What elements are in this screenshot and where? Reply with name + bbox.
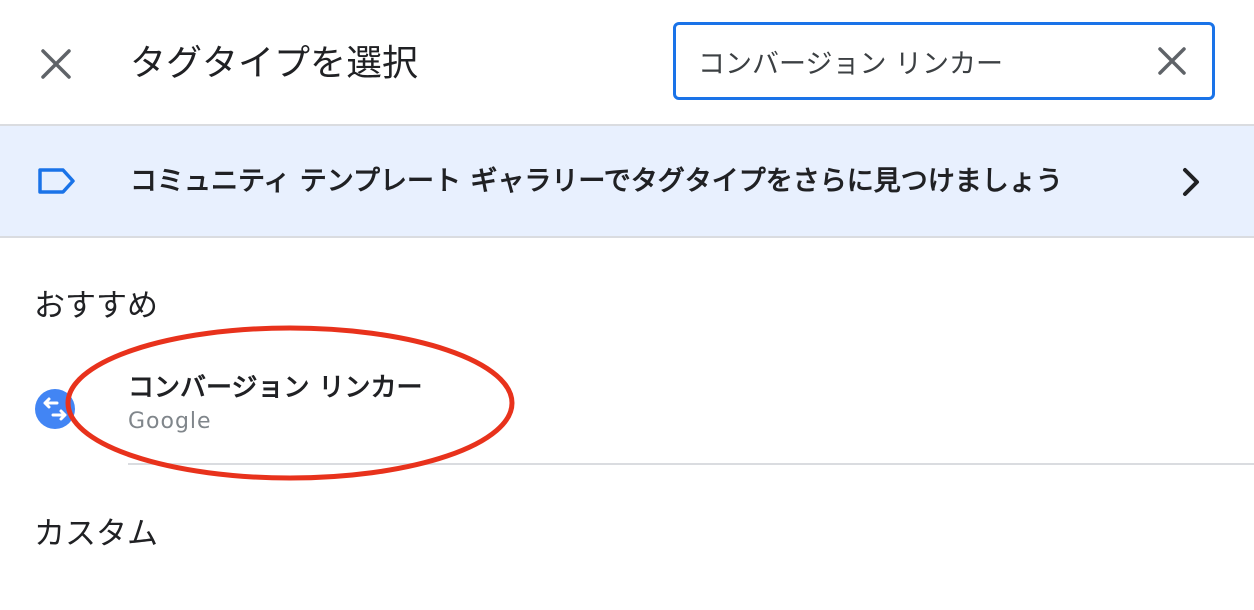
close-icon	[41, 49, 71, 79]
section-title-recommended: おすすめ	[34, 288, 158, 324]
page-title: タグタイプを選択	[130, 43, 419, 84]
section-title-custom: カスタム	[34, 516, 158, 552]
conversion-linker-icon	[35, 389, 75, 429]
dialog-header: タグタイプを選択	[0, 0, 1254, 124]
banner-text: コミュニティ テンプレート ギャラリーでタグタイプをさらに見つけましょう	[130, 166, 1063, 197]
community-gallery-banner[interactable]: コミュニティ テンプレート ギャラリーでタグタイプをさらに見つけましょう	[0, 124, 1254, 238]
tag-type-vendor: Google	[128, 409, 212, 434]
clear-search-button[interactable]	[1150, 39, 1194, 83]
search-box[interactable]	[673, 22, 1215, 100]
close-dialog-button[interactable]	[30, 38, 82, 90]
close-icon	[1158, 47, 1186, 75]
search-input[interactable]	[698, 25, 1138, 97]
tag-type-name: コンバージョン リンカー	[128, 373, 423, 403]
tag-type-item[interactable]: コンバージョン リンカー Google	[0, 360, 1254, 464]
chevron-right-icon[interactable]	[1176, 164, 1206, 200]
label-icon	[38, 168, 75, 194]
divider	[128, 463, 1254, 465]
